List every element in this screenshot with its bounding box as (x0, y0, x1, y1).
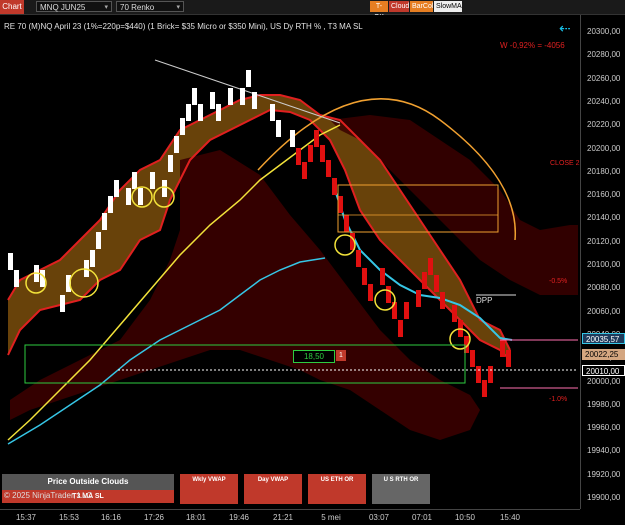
price-tick-label: 19980,00 (587, 399, 621, 409)
price-tick-label: 20300,00 (587, 27, 621, 36)
close-label: CLOSE 2 (550, 160, 580, 167)
panel-price-outside-clouds[interactable]: Price Outside Clouds (2, 474, 174, 490)
price-tick-label: 20260,00 (587, 73, 621, 83)
status-text: W -0,92% = -4056 (500, 41, 565, 50)
price-tick-label: 20120,00 (587, 236, 621, 246)
dpp-label: DPP (476, 296, 493, 305)
panel-label: Day VWAP (257, 477, 289, 483)
price-tick-label: 20220,00 (587, 120, 621, 130)
panel-label: Wkly VWAP (192, 477, 226, 483)
chart-title: RE 70 (M)NQ April 23 (1%=220p=$440) (1 B… (4, 22, 363, 31)
panel-label: US ETH OR (320, 477, 354, 483)
time-tick-label: 15:53 (58, 513, 80, 522)
box-value-label: 18,50 (293, 350, 335, 363)
price-chart (7, 59, 578, 445)
panel-day-vwap[interactable]: Day VWAP (244, 474, 302, 504)
slowma-button[interactable]: SlowMA (434, 1, 462, 12)
price-tick-label: 19900,00 (587, 493, 621, 502)
time-tick-label: 10:50 (454, 513, 476, 522)
time-tick-label: 15:40 (499, 513, 521, 522)
time-tick-label: 21:21 (272, 513, 294, 522)
time-axis[interactable]: 15:37 15:53 16:16 17:26 18:01 19:46 21:21 5 mei… (0, 509, 580, 525)
back-arrow-icon[interactable]: ⇠ (559, 20, 571, 37)
pct-label-lower: -1.0% (549, 396, 568, 403)
price-tick-label: 19940,00 (587, 446, 621, 456)
chevron-down-icon: ▾ (104, 4, 108, 11)
time-tick-label: 07:01 (411, 513, 433, 522)
price-badge-upper: 20035,57 (582, 333, 625, 344)
bar-type-label: 70 Renko (120, 3, 155, 12)
price-tick-label: 20280,00 (587, 50, 621, 60)
price-badge-mid: 20022,25 (582, 349, 625, 360)
price-tick-label: 20100,00 (587, 260, 621, 269)
time-tick-label: 18:01 (185, 513, 207, 522)
time-tick-label: 19:46 (228, 513, 250, 522)
box-count-badge: 1 (336, 350, 346, 361)
price-tick-label: 20180,00 (587, 166, 621, 176)
price-tick-label: 20240,00 (587, 96, 621, 106)
price-axis[interactable]: 20300,00 20280,00 20260,00 20240,00 20220,00… (580, 15, 625, 509)
panel-wkly-vwap[interactable]: Wkly VWAP (180, 474, 238, 504)
panel-label: U S RTH OR (383, 477, 419, 483)
time-tick-label: 16:16 (100, 513, 122, 522)
time-tick-label: 5 mei (321, 513, 341, 522)
chart-toolbar: Chart MNQ JUN25 ▾ 70 Renko ▾ T-OK Cloud … (0, 0, 625, 21)
bar-type-selector[interactable]: 70 Renko ▾ (116, 1, 184, 12)
price-tick-label: 20000,00 (587, 376, 621, 386)
price-tick-label: 19960,00 (587, 423, 621, 433)
chart-tab[interactable]: Chart (0, 0, 24, 14)
time-tick-label: 03:07 (368, 513, 390, 522)
price-tick-label: 20080,00 (587, 283, 621, 293)
barcol-button[interactable]: BarCol (410, 1, 433, 12)
t-ok-button[interactable]: T-OK (370, 1, 388, 21)
price-tick-label: 20060,00 (587, 306, 621, 316)
pct-label-upper: -0.5% (549, 278, 568, 285)
price-tick-label: 20200,00 (587, 143, 621, 153)
time-tick-label: 17:26 (143, 513, 165, 522)
price-tick-label: 20160,00 (587, 190, 621, 200)
chart-canvas[interactable] (0, 15, 580, 509)
panel-us-rth-or[interactable]: U S RTH OR (372, 474, 430, 504)
price-badge-lower: 20010,00 (582, 365, 625, 376)
cloud-button[interactable]: Cloud (389, 1, 409, 12)
price-tick-label: 19920,00 (587, 469, 621, 479)
instrument-selector[interactable]: MNQ JUN25 ▾ (36, 1, 112, 12)
instrument-label: MNQ JUN25 (40, 3, 86, 12)
panel-us-eth-or[interactable]: US ETH OR (308, 474, 366, 504)
price-tick-label: 20140,00 (587, 213, 621, 223)
panel-label: Price Outside Clouds (47, 477, 129, 486)
copyright-text: © 2025 NinjaTrader, LLC (4, 491, 93, 500)
time-tick-label: 15:37 (15, 513, 37, 522)
chevron-down-icon: ▾ (176, 4, 180, 11)
